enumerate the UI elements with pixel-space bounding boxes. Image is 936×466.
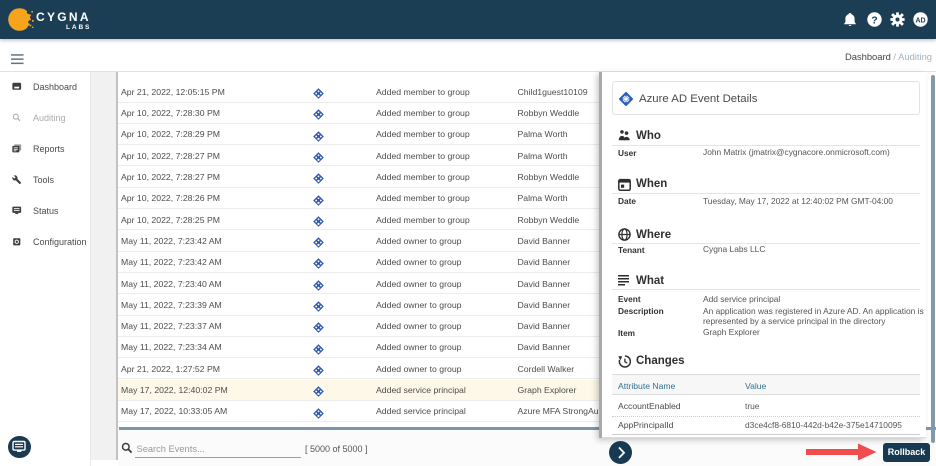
svg-text:?: ? [871, 14, 877, 26]
svg-text:AD: AD [915, 17, 925, 24]
